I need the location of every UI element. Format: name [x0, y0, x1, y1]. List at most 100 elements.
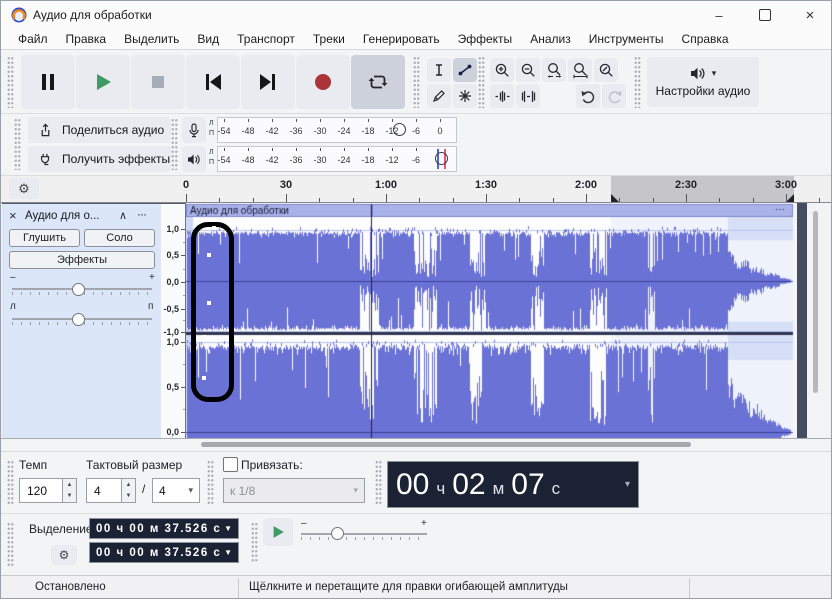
track-title[interactable]: Аудио для о... — [25, 210, 117, 222]
waveform-canvas[interactable] — [186, 203, 798, 438]
mute-button[interactable]: Глушить — [9, 229, 80, 247]
record-meter-slider-thumb[interactable] — [393, 123, 406, 136]
timesig-upper-input[interactable]: 4 — [86, 478, 122, 503]
envelope-control-point[interactable] — [207, 253, 211, 257]
skip-to-start-button[interactable] — [186, 55, 240, 109]
menu-item[interactable]: Вид — [188, 30, 228, 48]
time-signature-toolbar-grip[interactable] — [7, 460, 14, 506]
share-audio-button[interactable]: Поделиться аудио — [28, 117, 171, 143]
menu-item[interactable]: Транспорт — [228, 30, 304, 48]
stop-button[interactable] — [131, 55, 185, 109]
envelope-tool-button[interactable] — [453, 58, 477, 82]
timesig-spinner[interactable]: ▲ ▼ — [122, 478, 136, 503]
menu-item[interactable]: Треки — [304, 30, 354, 48]
plug-icon — [40, 153, 50, 165]
effects-button[interactable]: Эффекты — [9, 251, 155, 269]
skip-to-end-button[interactable] — [241, 55, 295, 109]
tempo-spinner-down-icon[interactable]: ▼ — [63, 491, 76, 503]
timesig-spinner-up-icon[interactable]: ▲ — [122, 479, 135, 491]
menu-item[interactable]: Генерировать — [354, 30, 449, 48]
menu-item[interactable]: Правка — [57, 30, 116, 48]
menu-item[interactable]: Выделить — [115, 30, 188, 48]
undo-button[interactable] — [576, 84, 600, 108]
solo-button[interactable]: Соло — [84, 229, 155, 247]
time-display[interactable]: 00 ч 02 м 07 с ▾ — [387, 461, 639, 508]
audio-setup-toolbar-grip[interactable] — [634, 56, 641, 108]
snap-select[interactable]: к 1/8 ▾ — [223, 478, 365, 503]
menu-item[interactable]: Инструменты — [580, 30, 673, 48]
snap-toolbar-grip[interactable] — [207, 460, 214, 506]
selection-toolbar-grip[interactable] — [7, 522, 14, 568]
trim-audio-button[interactable] — [490, 84, 514, 108]
envelope-control-point[interactable] — [202, 335, 206, 339]
close-button[interactable]: × — [787, 1, 831, 29]
transport-toolbar-grip[interactable] — [7, 56, 14, 108]
zoom-out-button[interactable] — [516, 58, 540, 82]
play-meter-slider-thumb[interactable] — [435, 152, 448, 165]
time-display-dropdown-icon[interactable]: ▾ — [625, 479, 630, 490]
timeline-ruler[interactable]: ⚙ 0 30 1:00 1:30 2:00 2:30 3:00 — [1, 176, 831, 203]
snap-checkbox[interactable] — [223, 457, 238, 472]
envelope-control-point[interactable] — [202, 376, 206, 380]
selection-options-button[interactable]: ⚙ — [51, 545, 77, 565]
play-meter-speaker-button[interactable] — [182, 146, 206, 172]
zoom-selection-button[interactable] — [542, 58, 566, 82]
time-toolbar-grip[interactable] — [375, 460, 382, 506]
play-button[interactable] — [76, 55, 130, 109]
track-close-icon[interactable]: × — [9, 208, 21, 223]
envelope-control-point[interactable] — [212, 226, 216, 230]
tempo-spinner[interactable]: ▲ ▼ — [63, 478, 77, 503]
timesig-lower-select[interactable]: 4 ▾ — [152, 478, 200, 503]
menu-item[interactable]: Справка — [673, 30, 738, 48]
selection-start-field[interactable]: 00 ч 00 м 37.526 с ▼ — [89, 518, 239, 539]
tempo-spinner-up-icon[interactable]: ▲ — [63, 479, 76, 491]
play-at-speed-grip[interactable] — [251, 522, 258, 562]
tools-toolbar-grip[interactable] — [413, 56, 420, 108]
audio-setup-button[interactable]: ▾ Настройки аудио — [647, 57, 759, 107]
edit-toolbar-grip[interactable] — [478, 56, 485, 108]
menu-item[interactable]: Файл — [9, 30, 57, 48]
record-meter-mic-button[interactable] — [182, 117, 206, 143]
menu-item[interactable]: Анализ — [521, 30, 580, 48]
minimize-button[interactable]: – — [696, 1, 742, 29]
silence-audio-button[interactable] — [516, 84, 540, 108]
record-button[interactable] — [296, 55, 350, 109]
play-meter[interactable]: -54 -48 -42 -36 -30 -24 -18 -12 -6 — [217, 146, 457, 172]
speed-slider-thumb[interactable] — [331, 527, 344, 540]
zoom-fit-button[interactable] — [568, 58, 592, 82]
track-collapse-icon[interactable]: ∧ — [119, 209, 127, 222]
timesig-spinner-down-icon[interactable]: ▼ — [122, 491, 135, 503]
meter-toolbar-grip[interactable] — [171, 118, 178, 170]
selection-start-dropdown-icon[interactable]: ▼ — [224, 524, 232, 533]
zoom-in-button[interactable] — [490, 58, 514, 82]
speed-slider-track[interactable] — [301, 533, 427, 535]
gain-slider-thumb[interactable] — [72, 283, 85, 296]
timeline-selection[interactable] — [611, 176, 794, 202]
pan-slider-thumb[interactable] — [72, 313, 85, 326]
selection-end-dropdown-icon[interactable]: ▼ — [224, 548, 232, 557]
track-menu-icon[interactable]: ··· — [137, 207, 147, 221]
draw-tool-button[interactable] — [427, 84, 451, 108]
timeline-options-button[interactable]: ⚙ — [9, 178, 39, 199]
scale-tick — [181, 255, 185, 256]
zoom-toggle-button[interactable] — [594, 58, 618, 82]
pause-button[interactable] — [21, 55, 75, 109]
maximize-button[interactable] — [742, 1, 788, 29]
redo-button[interactable] — [602, 84, 626, 108]
horizontal-scrollbar[interactable] — [201, 442, 691, 447]
get-effects-button[interactable]: Получить эффекты — [28, 146, 171, 172]
loop-button[interactable] — [351, 55, 405, 109]
selection-end-field[interactable]: 00 ч 00 м 37.526 с ▼ — [89, 542, 239, 563]
tempo-input[interactable]: 120 — [19, 478, 63, 503]
menu-item[interactable]: Эффекты — [449, 30, 522, 48]
share-toolbar-grip[interactable] — [14, 118, 21, 170]
meter-tick — [392, 119, 393, 122]
selection-tool-button[interactable] — [427, 58, 451, 82]
vertical-scale-ruler[interactable]: 1,0 0,5 0,0 -0,5 -1,0 1,0 0,5 0,0 — [161, 203, 186, 438]
multi-tool-button[interactable] — [453, 84, 477, 108]
play-at-speed-button[interactable] — [263, 518, 293, 546]
record-meter[interactable]: -54 -48 -42 -36 -30 -24 -18 -12 -6 0 — [217, 117, 457, 143]
envelope-control-point[interactable] — [207, 301, 211, 305]
vertical-scrollbar[interactable] — [813, 211, 818, 393]
meter-scale-value: -42 — [265, 155, 279, 165]
